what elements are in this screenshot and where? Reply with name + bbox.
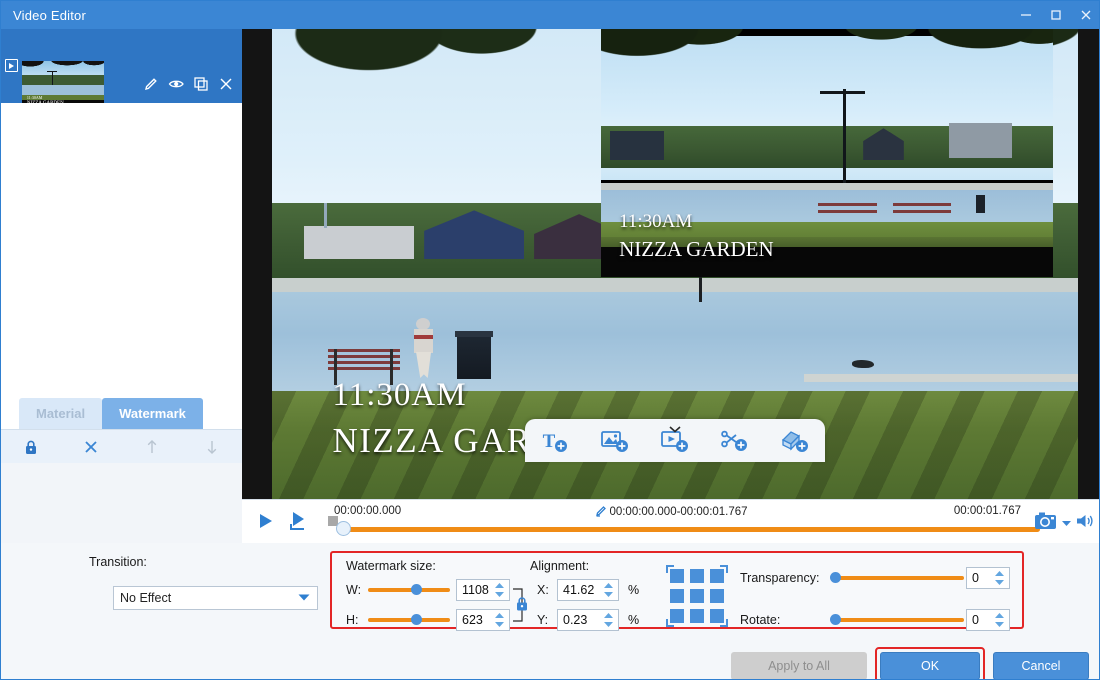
transparency-label: Transparency:	[740, 571, 820, 585]
add-shape-icon[interactable]	[775, 425, 815, 457]
watermark-caption-time: 11:30AM	[619, 211, 693, 233]
minimize-icon[interactable]	[1011, 1, 1041, 29]
svg-text:T: T	[543, 431, 556, 452]
width-slider-knob[interactable]	[411, 584, 422, 595]
rotate-slider[interactable]	[834, 618, 964, 622]
delete-x-icon[interactable]	[61, 430, 121, 464]
apply-to-all-button[interactable]: Apply to All	[731, 652, 867, 679]
watermark-overlay[interactable]: 11:30AM NIZZA GARDEN	[601, 29, 1053, 277]
align-y-input[interactable]: 0.23	[557, 609, 619, 631]
watermark-size-label: Watermark size:	[346, 559, 436, 573]
add-image-icon[interactable]	[595, 425, 635, 457]
align-x-unit: %	[628, 583, 640, 597]
left-tabs: Material Watermark	[1, 396, 242, 429]
transparency-value: 0	[972, 571, 979, 585]
duplicate-icon[interactable]	[193, 76, 209, 92]
move-up-arrow-icon[interactable]	[122, 430, 182, 464]
rotate-stepper[interactable]	[994, 612, 1005, 628]
align-x-stepper[interactable]	[603, 582, 614, 598]
add-element-toolbar: T	[525, 419, 825, 462]
clip-list-item[interactable]: 11:30AM NIZZA GARDEN	[1, 29, 242, 125]
rotate-slider-knob[interactable]	[830, 614, 841, 625]
height-slider[interactable]	[368, 618, 450, 622]
align-y-unit: %	[628, 613, 640, 627]
play-box-icon[interactable]	[5, 59, 18, 72]
camera-icon[interactable]	[1034, 510, 1058, 537]
edit-pencil-icon[interactable]	[143, 76, 159, 92]
height-slider-knob[interactable]	[411, 614, 422, 625]
player-progress-knob[interactable]	[336, 521, 351, 536]
align-y-stepper[interactable]	[603, 612, 614, 628]
transition-label: Transition:	[89, 555, 147, 569]
transparency-slider-knob[interactable]	[830, 572, 841, 583]
move-down-arrow-icon[interactable]	[182, 430, 242, 464]
width-label: W:	[346, 583, 362, 597]
watermark-caption-place: NIZZA GARDEN	[619, 237, 774, 262]
window-title: Video Editor	[13, 7, 86, 23]
lock-icon[interactable]	[514, 595, 530, 618]
left-panel: 11:30AM NIZZA GARDEN	[1, 29, 242, 463]
align-y-value: 0.23	[563, 613, 588, 627]
rotate-label: Rotate:	[740, 613, 781, 627]
caret-down-icon[interactable]	[1061, 515, 1072, 533]
preview-eye-icon[interactable]	[168, 76, 184, 92]
tab-watermark-left[interactable]: Watermark	[102, 398, 203, 429]
align-x-label: X:	[537, 583, 549, 597]
dialog-buttons: Apply to All OK Cancel	[731, 647, 1089, 679]
height-label: H:	[346, 613, 359, 627]
player-total-time: 00:00:01.767	[953, 505, 1021, 517]
cancel-button[interactable]: Cancel	[993, 652, 1089, 679]
transparency-slider[interactable]	[834, 576, 964, 580]
volume-icon[interactable]	[1075, 512, 1095, 535]
transition-value: No Effect	[120, 591, 172, 605]
height-value: 623	[462, 613, 483, 627]
watermark-properties-panel: Watermark size: W: 1108 H: 623 Alignment…	[330, 551, 1024, 631]
trash-bin	[455, 330, 494, 379]
maximize-icon[interactable]	[1041, 1, 1071, 29]
transparency-stepper[interactable]	[994, 570, 1005, 586]
pencil-icon[interactable]	[595, 505, 607, 520]
rotate-input[interactable]: 0	[966, 609, 1010, 631]
rotate-value: 0	[972, 613, 979, 627]
tab-material[interactable]: Material	[19, 398, 103, 429]
lock-icon[interactable]	[1, 430, 61, 464]
clip-actions	[143, 76, 234, 92]
clip-thumbnail: 11:30AM NIZZA GARDEN	[22, 61, 104, 108]
player-bar: 00:00:00.000 00:00:00.000-00:00:01.767 0…	[242, 499, 1099, 543]
alignment-label: Alignment:	[530, 559, 590, 573]
video-preview[interactable]: 11:30AM NIZZA GARDEN 11:30AM NIZZA GARDE…	[242, 29, 1099, 499]
chevron-down-icon[interactable]	[667, 421, 683, 433]
height-stepper[interactable]	[494, 612, 505, 628]
video-editor-window: Video Editor Cut	[0, 0, 1100, 680]
align-x-input[interactable]: 41.62	[557, 579, 619, 601]
bird	[852, 360, 875, 369]
left-toolbar	[1, 429, 242, 463]
settings-panel: Transition: No Effect Watermark size: W:…	[1, 543, 1099, 679]
title-bar: Video Editor	[1, 1, 1099, 29]
alignment-grid-icon[interactable]	[666, 565, 728, 627]
base-caption-time: 11:30AM	[332, 376, 467, 413]
close-icon[interactable]	[1071, 1, 1099, 29]
player-range-text: 00:00:00.000-00:00:01.767	[609, 506, 748, 518]
window-controls	[1011, 1, 1099, 29]
width-value: 1108	[462, 583, 489, 597]
height-input[interactable]: 623	[456, 609, 510, 631]
player-right-icons	[1034, 510, 1095, 537]
remove-close-icon[interactable]	[218, 76, 234, 92]
player-progress-track[interactable]	[340, 527, 1040, 532]
width-stepper[interactable]	[494, 582, 505, 598]
align-y-label: Y:	[537, 613, 549, 627]
add-text-icon[interactable]: T	[535, 425, 575, 457]
ok-button[interactable]: OK	[880, 652, 980, 679]
chevron-down-icon[interactable]	[297, 591, 311, 605]
transition-select[interactable]: No Effect	[113, 586, 318, 610]
align-x-value: 41.62	[563, 583, 595, 597]
left-empty-area	[1, 103, 242, 429]
ok-button-highlight: OK	[875, 647, 985, 679]
pedestrian	[413, 318, 435, 379]
add-gif-icon[interactable]	[715, 425, 755, 457]
width-input[interactable]: 1108	[456, 579, 510, 601]
width-slider[interactable]	[368, 588, 450, 592]
transparency-input[interactable]: 0	[966, 567, 1010, 589]
